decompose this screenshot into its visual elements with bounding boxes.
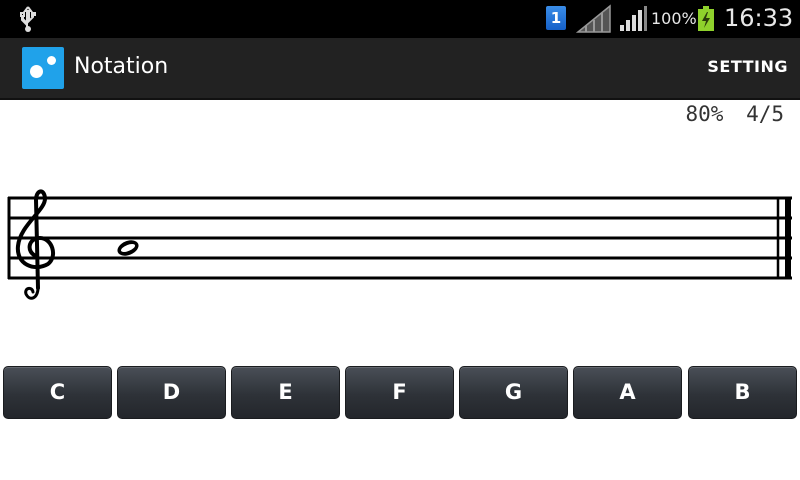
- note-key-e[interactable]: E: [231, 366, 340, 419]
- app-icon: [22, 47, 64, 89]
- treble-clef-icon: [15, 189, 56, 300]
- battery-charging-icon: [698, 6, 714, 31]
- note-key-a[interactable]: A: [573, 366, 682, 419]
- battery-percent: 100%: [651, 9, 697, 28]
- usb-icon: [20, 6, 36, 32]
- score-percent: 80%: [685, 102, 724, 126]
- sim-icon: 1: [546, 6, 566, 30]
- clock: 16:33: [724, 4, 794, 32]
- note-keys: C D E F G A B: [3, 366, 798, 419]
- setting-button[interactable]: SETTING: [707, 57, 788, 76]
- music-staff: [7, 189, 792, 300]
- note-key-g[interactable]: G: [459, 366, 568, 419]
- staff-lines: [8, 196, 792, 280]
- action-bar: Notation SETTING: [0, 38, 800, 100]
- app-title: Notation: [74, 54, 169, 79]
- score-display: 80% 4/5: [685, 102, 784, 126]
- signal-icon: [576, 4, 611, 33]
- status-bar: 1 100% 16:33: [0, 0, 800, 38]
- note-key-d[interactable]: D: [117, 366, 226, 419]
- half-note: [117, 240, 139, 256]
- score-progress: 4/5: [746, 102, 784, 126]
- note-key-c[interactable]: C: [3, 366, 112, 419]
- note-key-b[interactable]: B: [688, 366, 797, 419]
- signal-icon: [620, 6, 647, 31]
- note-key-f[interactable]: F: [345, 366, 454, 419]
